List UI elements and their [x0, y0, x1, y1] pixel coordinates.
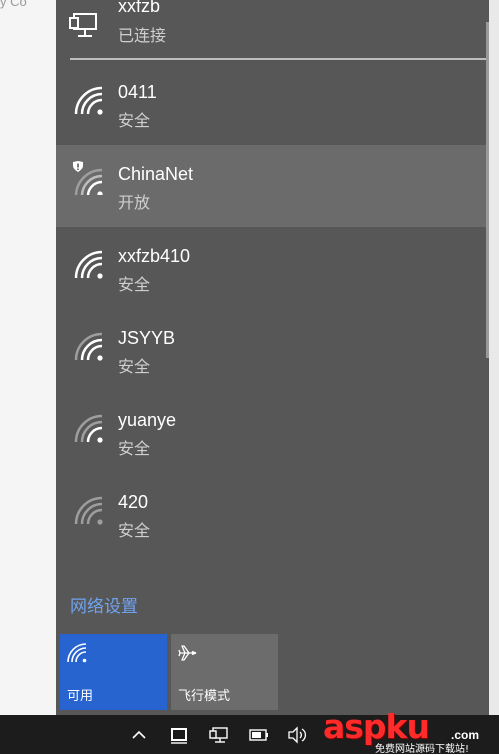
wifi-network-item[interactable]: yuanye 安全: [56, 391, 486, 473]
scrollbar[interactable]: [486, 22, 489, 358]
battery-icon[interactable]: [248, 724, 270, 746]
network-status: 安全: [118, 111, 151, 130]
connected-network-item[interactable]: xxfzb 已连接: [56, 0, 486, 58]
network-icon[interactable]: [208, 724, 230, 746]
taskbar: aspku .com 免费网站源码下载站!: [0, 707, 499, 755]
volume-icon[interactable]: [286, 724, 308, 746]
wifi-strong-icon: [74, 250, 103, 279]
network-name: yuanye: [118, 410, 177, 430]
network-status: 安全: [118, 439, 151, 458]
wifi-medium-icon: [74, 332, 103, 361]
airplane-icon: [178, 645, 197, 661]
wifi-network-item[interactable]: 0411 安全: [56, 63, 486, 145]
wifi-weak-icon: [74, 414, 103, 443]
network-name: ChinaNet: [118, 164, 194, 184]
network-status: 安全: [118, 521, 151, 540]
wifi-toggle-tile[interactable]: 可用: [60, 634, 167, 710]
ethernet-icon: [69, 13, 97, 37]
watermark-logo: aspku .com 免费网站源码下载站!: [317, 707, 495, 755]
wifi-network-item[interactable]: JSYYB 安全: [56, 309, 486, 391]
watermark-tagline: 免费网站源码下载站!: [375, 744, 470, 755]
wifi-weak-icon: [74, 496, 103, 525]
wifi-open-warning-icon: [73, 161, 103, 195]
network-status: 开放: [118, 193, 151, 212]
wifi-tile-label: 可用: [67, 689, 94, 704]
wifi-network-item[interactable]: ChinaNet 开放: [56, 145, 486, 227]
airplane-tile-label: 飞行模式: [178, 689, 231, 704]
network-name: xxfzb: [118, 0, 161, 16]
tablet-icon[interactable]: [168, 724, 190, 746]
wifi-strong-icon: [74, 86, 103, 115]
airplane-mode-tile[interactable]: 飞行模式: [171, 634, 278, 710]
divider: [70, 58, 488, 60]
background-window-right-edge: [489, 0, 499, 715]
wifi-network-item[interactable]: 420 安全: [56, 473, 486, 555]
wifi-network-item[interactable]: xxfzb410 安全: [56, 227, 486, 309]
wifi-icon: [67, 643, 87, 663]
network-name: 420: [118, 492, 149, 512]
network-status: 已连接: [118, 26, 167, 45]
network-name: JSYYB: [118, 328, 176, 348]
cutoff-network-item: [118, 572, 164, 578]
chevron-up-icon[interactable]: [128, 724, 150, 746]
network-settings-link[interactable]: 网络设置: [70, 592, 138, 617]
network-status: 安全: [118, 275, 151, 294]
network-name: xxfzb410: [118, 246, 191, 266]
network-name: 0411: [118, 82, 157, 102]
network-status: 安全: [118, 357, 151, 376]
background-window-text: y Co: [0, 0, 27, 9]
background-window: y Co: [0, 0, 56, 715]
